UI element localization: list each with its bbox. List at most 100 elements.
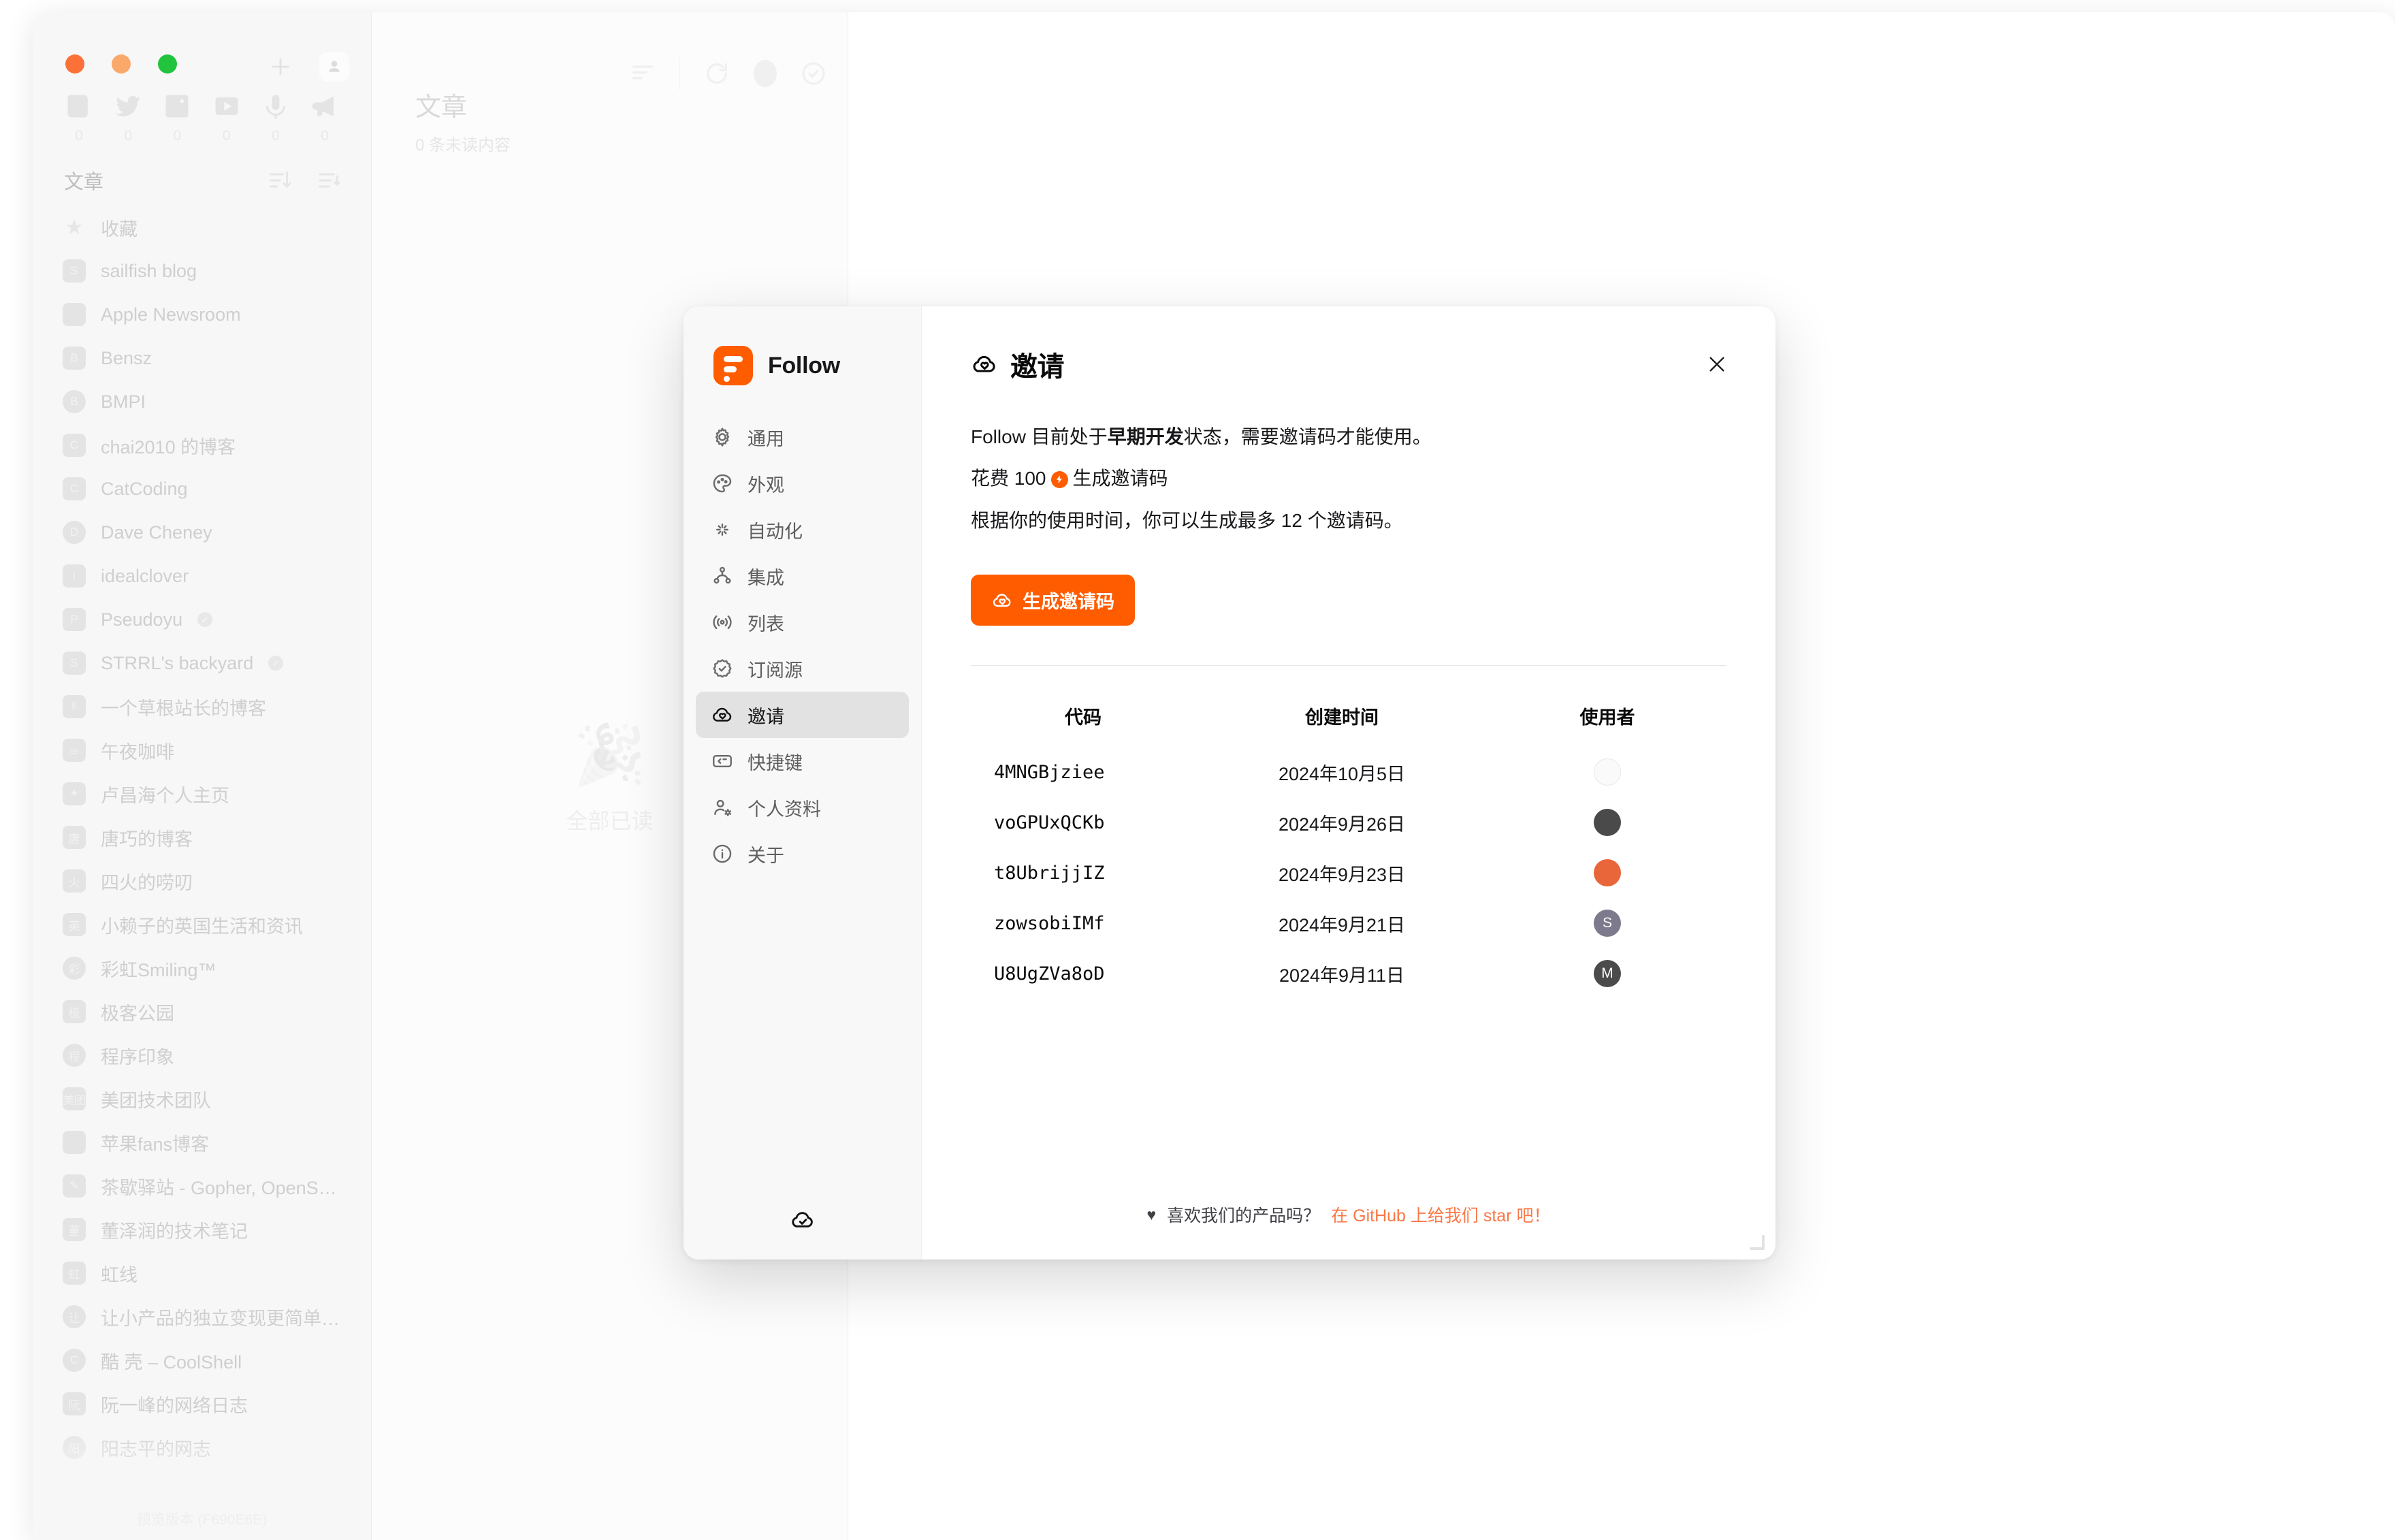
- table-row[interactable]: 4MNGBjziee 2024年10月5日: [971, 747, 1726, 797]
- avatar[interactable]: M: [1594, 960, 1621, 988]
- created-date-cell: 2024年10月5日: [1278, 763, 1406, 784]
- cloud-check-icon[interactable]: [790, 1206, 816, 1232]
- generate-invite-code-button[interactable]: 生成邀请码: [971, 575, 1135, 626]
- github-star-link[interactable]: 在 GitHub 上给我们 star 吧！: [1331, 1202, 1550, 1227]
- minimize-window-button[interactable]: [112, 54, 131, 74]
- close-window-button[interactable]: [65, 54, 84, 74]
- feed-list-item[interactable]: P Pseudoyu ✓: [48, 598, 356, 641]
- feed-list-item[interactable]: C CatCoding: [48, 467, 356, 511]
- settings-nav-item-6[interactable]: 订阅源: [696, 645, 909, 692]
- feed-list[interactable]: ★ 收藏 Ssailfish blog Apple Newsroom B Bensz B BM…: [33, 206, 371, 1469]
- feed-list-item[interactable]: ✎ 茶歇驿站 - Gopher, OpenSo...: [48, 1164, 356, 1208]
- view-tab-articles[interactable]: 0: [64, 91, 94, 143]
- feed-list-item[interactable]: B BMPI: [48, 380, 356, 423]
- feed-avatar: S: [63, 652, 86, 675]
- feed-list-item[interactable]: 阮阮一峰的网络日志: [48, 1382, 356, 1426]
- avatar[interactable]: [1594, 758, 1621, 786]
- invite-code-cell[interactable]: U8UgZVa8oD: [971, 948, 1195, 999]
- settings-nav-item-1[interactable]: 通用: [696, 414, 909, 460]
- feed-list-item[interactable]: S STRRL's backyard ✓: [48, 641, 356, 685]
- feed-avatar: 彩: [63, 957, 86, 980]
- feed-name: Bensz: [101, 347, 152, 368]
- feed-list-item[interactable]: Apple Newsroom: [48, 293, 356, 336]
- gear-icon: [711, 426, 734, 449]
- feed-list-item[interactable]: 苹果fans博客: [48, 1121, 356, 1164]
- feed-list-item[interactable]: D Dave Cheney: [48, 511, 356, 554]
- titlebar: [33, 12, 371, 87]
- settings-nav-item-5[interactable]: 列表: [696, 599, 909, 645]
- feed-avatar: 让: [63, 1305, 86, 1328]
- maximize-window-button[interactable]: [158, 54, 177, 74]
- settings-nav-item-7[interactable]: 邀请: [696, 692, 909, 738]
- unread-dot-icon[interactable]: [754, 60, 777, 87]
- feed-list-item[interactable]: 极极客公园: [48, 990, 356, 1033]
- feed-list-item[interactable]: 美团 美团技术团队: [48, 1077, 356, 1121]
- feed-list-item[interactable]: ★ 收藏: [48, 206, 356, 249]
- modal-title-wrap: 邀请: [971, 344, 1065, 384]
- sort-icon[interactable]: [268, 168, 292, 193]
- mark-all-read-icon[interactable]: [800, 60, 827, 87]
- feed-name: chai2010 的博客: [101, 436, 236, 458]
- view-options-icon[interactable]: [317, 168, 341, 193]
- entry-toolbar: [629, 57, 827, 90]
- add-feed-icon[interactable]: [268, 54, 293, 80]
- feed-list-item[interactable]: 虹虹线: [48, 1251, 356, 1295]
- invite-codes-table: 代码 创建时间 使用者 4MNGBjziee 2024年10月5日 voGPUxQC…: [971, 685, 1726, 999]
- modal-header: 邀请: [971, 344, 1732, 384]
- table-row[interactable]: voGPUxQCKb 2024年9月26日: [971, 797, 1726, 848]
- feed-list-item[interactable]: 唐唐巧的博客: [48, 816, 356, 859]
- feed-list-item[interactable]: 彩彩虹Smiling™: [48, 946, 356, 990]
- follow-logo-icon: [713, 346, 753, 385]
- feed-list-item[interactable]: ☕ 午夜咖啡: [48, 728, 356, 772]
- version-label: 预览版本 (F690E6E): [136, 1512, 268, 1528]
- resize-handle[interactable]: [1747, 1232, 1765, 1250]
- invite-code-cell[interactable]: t8UbrijjIZ: [971, 848, 1195, 898]
- refresh-icon[interactable]: [703, 60, 730, 87]
- close-icon[interactable]: [1702, 349, 1732, 379]
- table-row[interactable]: t8UbrijjIZ 2024年9月23日: [971, 848, 1726, 898]
- feed-name: Pseudoyu: [101, 609, 183, 630]
- view-tabs[interactable]: 0 0 0 0 0 0: [33, 87, 371, 143]
- view-tab-videos[interactable]: 0: [212, 91, 242, 143]
- avatar[interactable]: [1594, 859, 1621, 887]
- settings-nav-item-3[interactable]: 自动化: [696, 507, 909, 553]
- view-tab-social[interactable]: 0: [113, 91, 143, 143]
- table-row[interactable]: zowsobiIMf 2024年9月21日 S: [971, 898, 1726, 948]
- feed-list-item[interactable]: 让让小产品的独立变现更简单 -...: [48, 1295, 356, 1338]
- feed-list-item[interactable]: 英小赖子的英国生活和资讯: [48, 903, 356, 946]
- feed-list-item[interactable]: 阳阳志平的网志: [48, 1426, 356, 1469]
- view-tab-count: 0: [271, 128, 280, 144]
- settings-nav-item-4[interactable]: 集成: [696, 553, 909, 599]
- invite-code-cell[interactable]: zowsobiIMf: [971, 898, 1195, 948]
- feed-avatar: ✦: [63, 782, 86, 805]
- settings-nav-item-8[interactable]: 快捷键: [696, 738, 909, 784]
- filter-icon[interactable]: [629, 60, 656, 87]
- feed-list-item[interactable]: 火四火的唠叨: [48, 859, 356, 903]
- feed-list-item[interactable]: Ssailfish blog: [48, 249, 356, 293]
- feed-name: 虹线: [101, 1264, 138, 1285]
- feed-list-item[interactable]: ✦ 卢昌海个人主页: [48, 772, 356, 816]
- view-tab-notifications[interactable]: 0: [310, 91, 340, 143]
- invite-code-cell[interactable]: voGPUxQCKb: [971, 797, 1195, 848]
- view-tab-audios[interactable]: 0: [261, 91, 291, 143]
- feed-list-item[interactable]: i idealclover: [48, 554, 356, 598]
- feed-list-item[interactable]: ✌ 一个草根站长的博客: [48, 685, 356, 728]
- avatar[interactable]: [1594, 809, 1621, 837]
- feed-list-item[interactable]: 董董泽润的技术笔记: [48, 1208, 356, 1251]
- view-tab-pictures[interactable]: 0: [162, 91, 192, 143]
- avatar[interactable]: [319, 52, 349, 82]
- settings-nav-item-10[interactable]: 关于: [696, 831, 909, 877]
- settings-nav[interactable]: 通用 外观 自动化 集成 列表 订阅源 邀请 快捷键 个人资料 关于: [684, 414, 921, 877]
- settings-nav-item-2[interactable]: 外观: [696, 460, 909, 507]
- feed-list-item[interactable]: 程程序印象: [48, 1033, 356, 1077]
- feed-list-item[interactable]: Cchai2010 的博客: [48, 423, 356, 467]
- avatar[interactable]: S: [1594, 910, 1621, 937]
- settings-nav-item-9[interactable]: 个人资料: [696, 784, 909, 831]
- traffic-lights[interactable]: [65, 54, 177, 74]
- feed-avatar: C: [63, 477, 86, 500]
- invite-code-cell[interactable]: 4MNGBjziee: [971, 747, 1195, 797]
- feed-avatar: 英: [63, 913, 86, 936]
- table-row[interactable]: U8UgZVa8oD 2024年9月11日 M: [971, 948, 1726, 999]
- feed-list-item[interactable]: C 酷 壳 – CoolShell: [48, 1338, 356, 1382]
- feed-list-item[interactable]: B Bensz: [48, 336, 356, 380]
